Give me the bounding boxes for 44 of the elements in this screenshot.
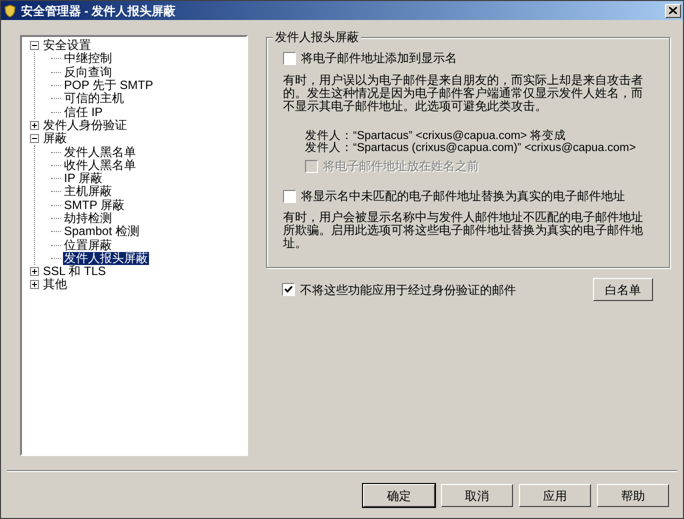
- tree-item[interactable]: IP 屏蔽: [63, 172, 104, 186]
- checkbox[interactable]: [282, 283, 295, 296]
- description-text: 有时，用户会被显示名称中与发件人邮件地址不匹配的电子邮件地址所欺骗。启用此选项可将这些电子邮件地址替换为真实的电子邮件地址。: [283, 211, 644, 250]
- close-icon: [669, 7, 677, 14]
- tree-item[interactable]: 安全设置: [42, 39, 92, 52]
- checkbox[interactable]: [283, 52, 296, 64]
- tree-item[interactable]: SSL 和 TLS: [42, 265, 107, 278]
- tree-item[interactable]: 位置屏蔽: [63, 238, 113, 252]
- dialog-button[interactable]: 取消: [441, 484, 513, 507]
- tree-item[interactable]: 反向查询: [63, 66, 113, 79]
- dialog-button[interactable]: 应用: [519, 484, 591, 507]
- tree-item[interactable]: 可信的主机: [63, 92, 125, 106]
- close-button[interactable]: [665, 4, 681, 18]
- collapse-icon[interactable]: [30, 41, 39, 50]
- tree-item[interactable]: POP 先于 SMTP: [63, 79, 154, 92]
- group-title: 发件人报头屏蔽: [273, 30, 361, 44]
- tree-item[interactable]: 发件人身份验证: [42, 118, 128, 132]
- tree-item[interactable]: 劫持检测: [63, 212, 113, 225]
- tree-item[interactable]: Spambot 检测: [63, 225, 140, 238]
- window-title: 安全管理器 - 发件人报头屏蔽: [21, 2, 177, 20]
- expand-icon[interactable]: [30, 120, 39, 130]
- tree-item[interactable]: 其他: [42, 278, 68, 292]
- expand-icon[interactable]: [30, 267, 39, 276]
- example-text: 发件人：“Spartacus” <crixus@capua.com> 将变成: [305, 130, 568, 142]
- tree-item[interactable]: 发件人报头屏蔽: [63, 252, 149, 265]
- tree-item[interactable]: 收件人黑名单: [63, 158, 137, 172]
- example-text: 发件人：“Spartacus (crixus@capua.com)” <crixus@capua.com>: [305, 142, 637, 154]
- dialog-button[interactable]: 帮助: [597, 484, 669, 507]
- checkbox-label[interactable]: 将显示名中未匹配的电子邮件地址替换为真实的电子邮件地址: [301, 187, 625, 205]
- tree-item[interactable]: 信任 IP: [63, 106, 104, 119]
- checkbox-label[interactable]: 不将这些功能应用于经过身份验证的邮件: [300, 280, 516, 298]
- tree-item[interactable]: SMTP 屏蔽: [63, 198, 126, 212]
- tree-item[interactable]: 中继控制: [63, 52, 113, 66]
- collapse-icon[interactable]: [30, 134, 39, 144]
- expand-icon[interactable]: [30, 280, 39, 290]
- dialog-button[interactable]: 确定: [363, 484, 435, 507]
- dialog-button[interactable]: 白名单: [593, 278, 653, 301]
- description-text: 有时，用户误以为电子邮件是来自朋友的，而实际上却是来自攻击者的。发生这种情况是因为电子邮件客户端通常仅显示发件人姓名，而不显示其电子邮件地址。此选项可避免此类攻击。: [283, 74, 644, 113]
- tree-item[interactable]: 发件人黑名单: [63, 146, 137, 159]
- tree-item[interactable]: 主机屏蔽: [63, 185, 113, 198]
- checkbox[interactable]: [283, 190, 296, 202]
- tree-item[interactable]: 屏蔽: [42, 132, 68, 146]
- shield-icon: [3, 4, 17, 18]
- checkbox-label[interactable]: 将电子邮件地址添加到显示名: [301, 49, 457, 67]
